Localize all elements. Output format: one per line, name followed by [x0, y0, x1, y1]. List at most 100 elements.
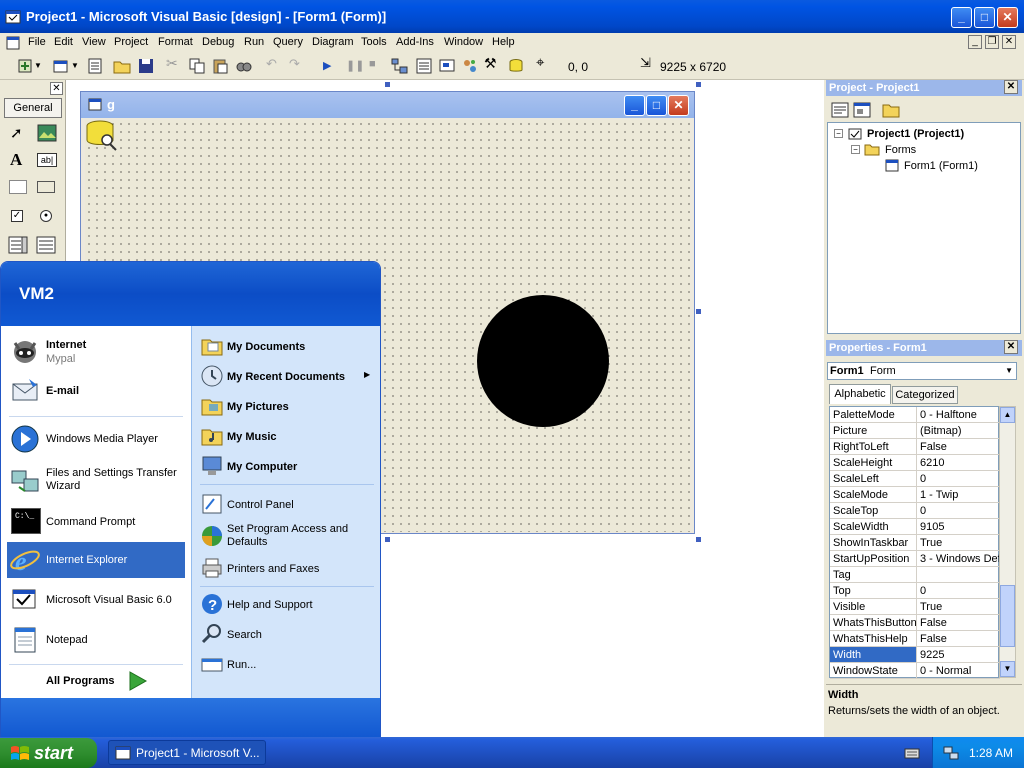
- start-item-files-transfer[interactable]: Files and Settings Transfer Wizard: [1, 461, 187, 501]
- object-selector[interactable]: Form1 Form ▼: [827, 362, 1017, 380]
- start-item-control-panel[interactable]: Control Panel: [192, 490, 378, 518]
- menu-project[interactable]: Project: [114, 36, 148, 48]
- close-button[interactable]: ✕: [997, 7, 1018, 28]
- listbox-tool-icon[interactable]: [36, 236, 56, 254]
- cut-icon[interactable]: ✂: [166, 55, 184, 73]
- save-icon[interactable]: [137, 57, 155, 75]
- open-folder-icon[interactable]: [113, 57, 131, 75]
- menu-run[interactable]: Run: [244, 36, 264, 48]
- menu-window[interactable]: Window: [444, 36, 483, 48]
- tab-categorized[interactable]: Categorized: [892, 386, 958, 404]
- start-run-icon[interactable]: ▶: [323, 59, 341, 77]
- property-row[interactable]: StartUpPosition 3 - Windows Def: [830, 551, 1000, 567]
- resize-handle[interactable]: [385, 537, 390, 542]
- start-item-help[interactable]: ? Help and Support: [192, 590, 378, 618]
- all-programs-button[interactable]: All Programs: [21, 668, 181, 694]
- property-row[interactable]: ScaleHeight 6210: [830, 455, 1000, 471]
- toolbox-tab-general[interactable]: General: [4, 98, 62, 118]
- form-title-bar[interactable]: g _ □ ✕: [81, 92, 694, 118]
- frame-tool-icon[interactable]: [9, 180, 27, 194]
- start-item-command-prompt[interactable]: C:\_ Command Prompt: [1, 504, 187, 540]
- property-row[interactable]: ScaleWidth 9105: [830, 519, 1000, 535]
- view-object-icon[interactable]: [853, 102, 871, 118]
- property-row[interactable]: ScaleMode 1 - Twip: [830, 487, 1000, 503]
- start-item-recent-documents[interactable]: My Recent Documents ▶: [192, 362, 378, 390]
- label-tool-icon[interactable]: A: [10, 150, 22, 170]
- redo-icon[interactable]: ↷: [289, 56, 307, 74]
- property-value[interactable]: (Bitmap): [920, 425, 1000, 437]
- start-item-printers[interactable]: Printers and Faxes: [192, 554, 378, 582]
- start-item-internet-explorer[interactable]: e Internet Explorer: [7, 542, 185, 578]
- properties-scrollbar[interactable]: ▲ ▼: [999, 406, 1016, 678]
- property-value[interactable]: False: [920, 633, 1000, 645]
- properties-window-icon[interactable]: [415, 57, 433, 75]
- toggle-folders-icon[interactable]: [882, 102, 900, 118]
- start-item-email[interactable]: E-mail: [1, 372, 187, 410]
- add-project-icon[interactable]: [16, 57, 34, 75]
- menu-format[interactable]: Format: [158, 36, 193, 48]
- property-value[interactable]: False: [920, 617, 1000, 629]
- tree-collapse-toggle[interactable]: −: [834, 129, 843, 138]
- properties-panel-close-button[interactable]: ✕: [1004, 340, 1018, 354]
- tree-project-root[interactable]: Project1 (Project1): [867, 128, 964, 140]
- tree-forms-folder[interactable]: Forms: [885, 144, 916, 156]
- chevron-down-icon[interactable]: ▼: [1005, 366, 1013, 375]
- start-item-search[interactable]: Search: [192, 620, 378, 648]
- property-row[interactable]: Visible True: [830, 599, 1000, 615]
- start-item-run[interactable]: Run...: [192, 650, 378, 678]
- pointer-tool-icon[interactable]: ➚: [10, 124, 23, 142]
- commandbutton-tool-icon[interactable]: [37, 181, 55, 193]
- property-value[interactable]: 1 - Twip: [920, 489, 1000, 501]
- property-value[interactable]: 0 - Halftone: [920, 409, 1000, 421]
- property-value[interactable]: 0: [920, 505, 1000, 517]
- resize-handle[interactable]: [696, 309, 701, 314]
- network-icon[interactable]: [943, 745, 959, 761]
- vb-app-icon[interactable]: [5, 9, 21, 25]
- data-environment-control-icon[interactable]: [85, 120, 119, 152]
- mdi-restore-button[interactable]: ❐: [985, 35, 999, 49]
- project-panel-close-button[interactable]: ✕: [1004, 80, 1018, 94]
- break-icon[interactable]: ❚❚: [346, 59, 364, 77]
- shape-circle[interactable]: [477, 295, 609, 427]
- property-value[interactable]: 0: [920, 473, 1000, 485]
- project-explorer-icon[interactable]: [391, 57, 409, 75]
- copy-icon[interactable]: [188, 57, 206, 75]
- form-doc-icon[interactable]: [6, 36, 20, 50]
- start-item-visual-basic[interactable]: Microsoft Visual Basic 6.0: [1, 582, 187, 618]
- minimize-button[interactable]: _: [951, 7, 972, 28]
- tree-form1-item[interactable]: Form1 (Form1): [904, 160, 978, 172]
- property-value[interactable]: True: [920, 601, 1000, 613]
- property-row[interactable]: ScaleLeft 0: [830, 471, 1000, 487]
- property-row[interactable]: Picture (Bitmap): [830, 423, 1000, 439]
- textbox-tool-icon[interactable]: ab|: [37, 153, 57, 167]
- end-icon[interactable]: ■: [369, 58, 387, 76]
- tree-collapse-toggle[interactable]: −: [851, 145, 860, 154]
- start-item-internet[interactable]: Internet Mypal: [1, 332, 187, 370]
- clock[interactable]: 1:28 AM: [969, 746, 1013, 760]
- property-row[interactable]: WindowState 0 - Normal: [830, 663, 1000, 679]
- scroll-thumb[interactable]: [1000, 585, 1015, 647]
- toolbox-icon[interactable]: ⚒: [484, 55, 502, 73]
- start-button[interactable]: start: [0, 738, 97, 768]
- combobox-tool-icon[interactable]: [8, 236, 28, 254]
- mdi-close-button[interactable]: ✕: [1002, 35, 1016, 49]
- form-minimize-button[interactable]: _: [624, 95, 645, 116]
- scroll-up-button[interactable]: ▲: [1000, 407, 1015, 423]
- form-layout-icon[interactable]: [438, 57, 456, 75]
- view-code-icon[interactable]: [831, 102, 849, 118]
- menu-editor-icon[interactable]: [86, 57, 104, 75]
- form-close-button[interactable]: ✕: [668, 95, 689, 116]
- property-row[interactable]: Width 9225: [830, 647, 1000, 663]
- menu-diagram[interactable]: Diagram: [312, 36, 354, 48]
- mdi-minimize-button[interactable]: _: [968, 35, 982, 49]
- keyboard-icon[interactable]: [904, 746, 920, 760]
- property-value[interactable]: 9225: [920, 649, 1000, 661]
- property-value[interactable]: True: [920, 537, 1000, 549]
- resize-handle[interactable]: [696, 82, 701, 87]
- property-row[interactable]: Top 0: [830, 583, 1000, 599]
- resize-handle[interactable]: [385, 82, 390, 87]
- property-value[interactable]: 6210: [920, 457, 1000, 469]
- tab-alphabetic[interactable]: Alphabetic: [829, 384, 891, 404]
- scroll-down-button[interactable]: ▼: [1000, 661, 1015, 677]
- dropdown-arrow-icon[interactable]: ▼: [34, 61, 52, 79]
